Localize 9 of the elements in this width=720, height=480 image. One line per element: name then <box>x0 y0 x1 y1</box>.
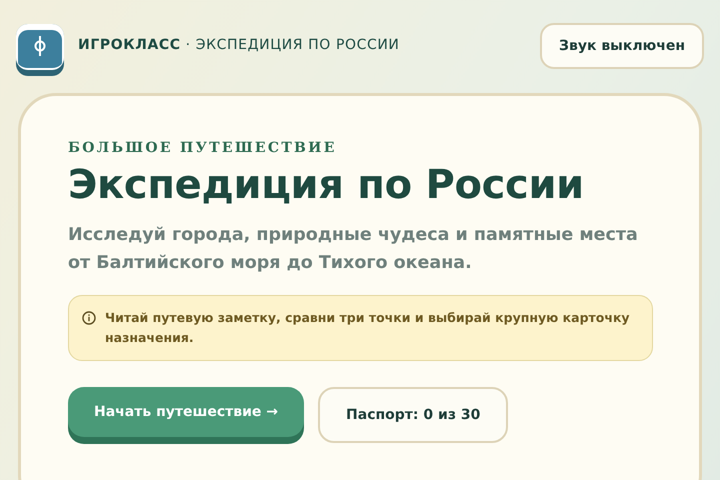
passport-button[interactable]: Паспорт: 0 из 30 <box>318 387 508 443</box>
eyebrow-label: БОЛЬШОЕ ПУТЕШЕСТВИЕ <box>68 140 338 156</box>
app-subtitle: · ЭКСПЕДИЦИЯ ПО РОССИИ <box>186 37 400 53</box>
sound-button[interactable]: Звук выключен <box>540 22 704 68</box>
description: Исследуй города, природные чудеса и памятные места от Балтийского моря до Тихого океана. <box>68 224 639 275</box>
hint-text: Читай путевую заметку, сравни три точки и выбирай крупную карточку назначения. <box>105 309 631 347</box>
brand-name: ИГРОКЛАСС <box>78 37 181 53</box>
page-title: Экспедиция по России <box>68 162 585 208</box>
info-icon <box>82 311 96 325</box>
